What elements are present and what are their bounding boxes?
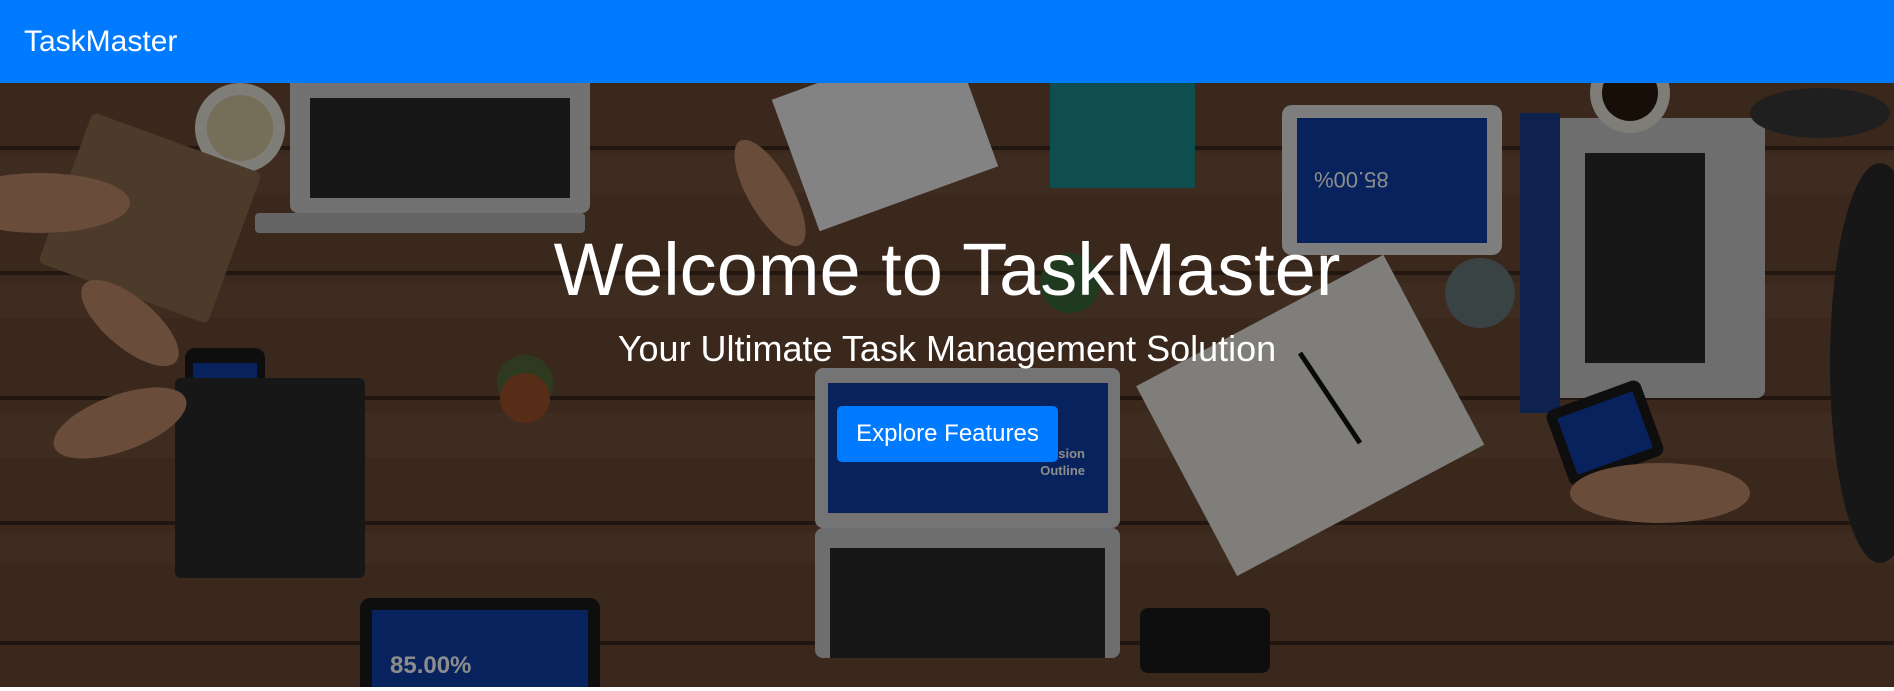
hero-content: Welcome to TaskMaster Your Ultimate Task…	[0, 83, 1894, 687]
brand-logo-link[interactable]: TaskMaster	[24, 25, 177, 59]
hero-title: Welcome to TaskMaster	[553, 228, 1341, 311]
top-navbar: TaskMaster	[0, 0, 1894, 83]
page-bottom-edge	[0, 687, 1894, 691]
explore-features-button[interactable]: Explore Features	[837, 406, 1058, 462]
hero-section: 85.00% Discussion Outline 85.00%	[0, 83, 1894, 687]
hero-subtitle: Your Ultimate Task Management Solution	[617, 328, 1277, 369]
